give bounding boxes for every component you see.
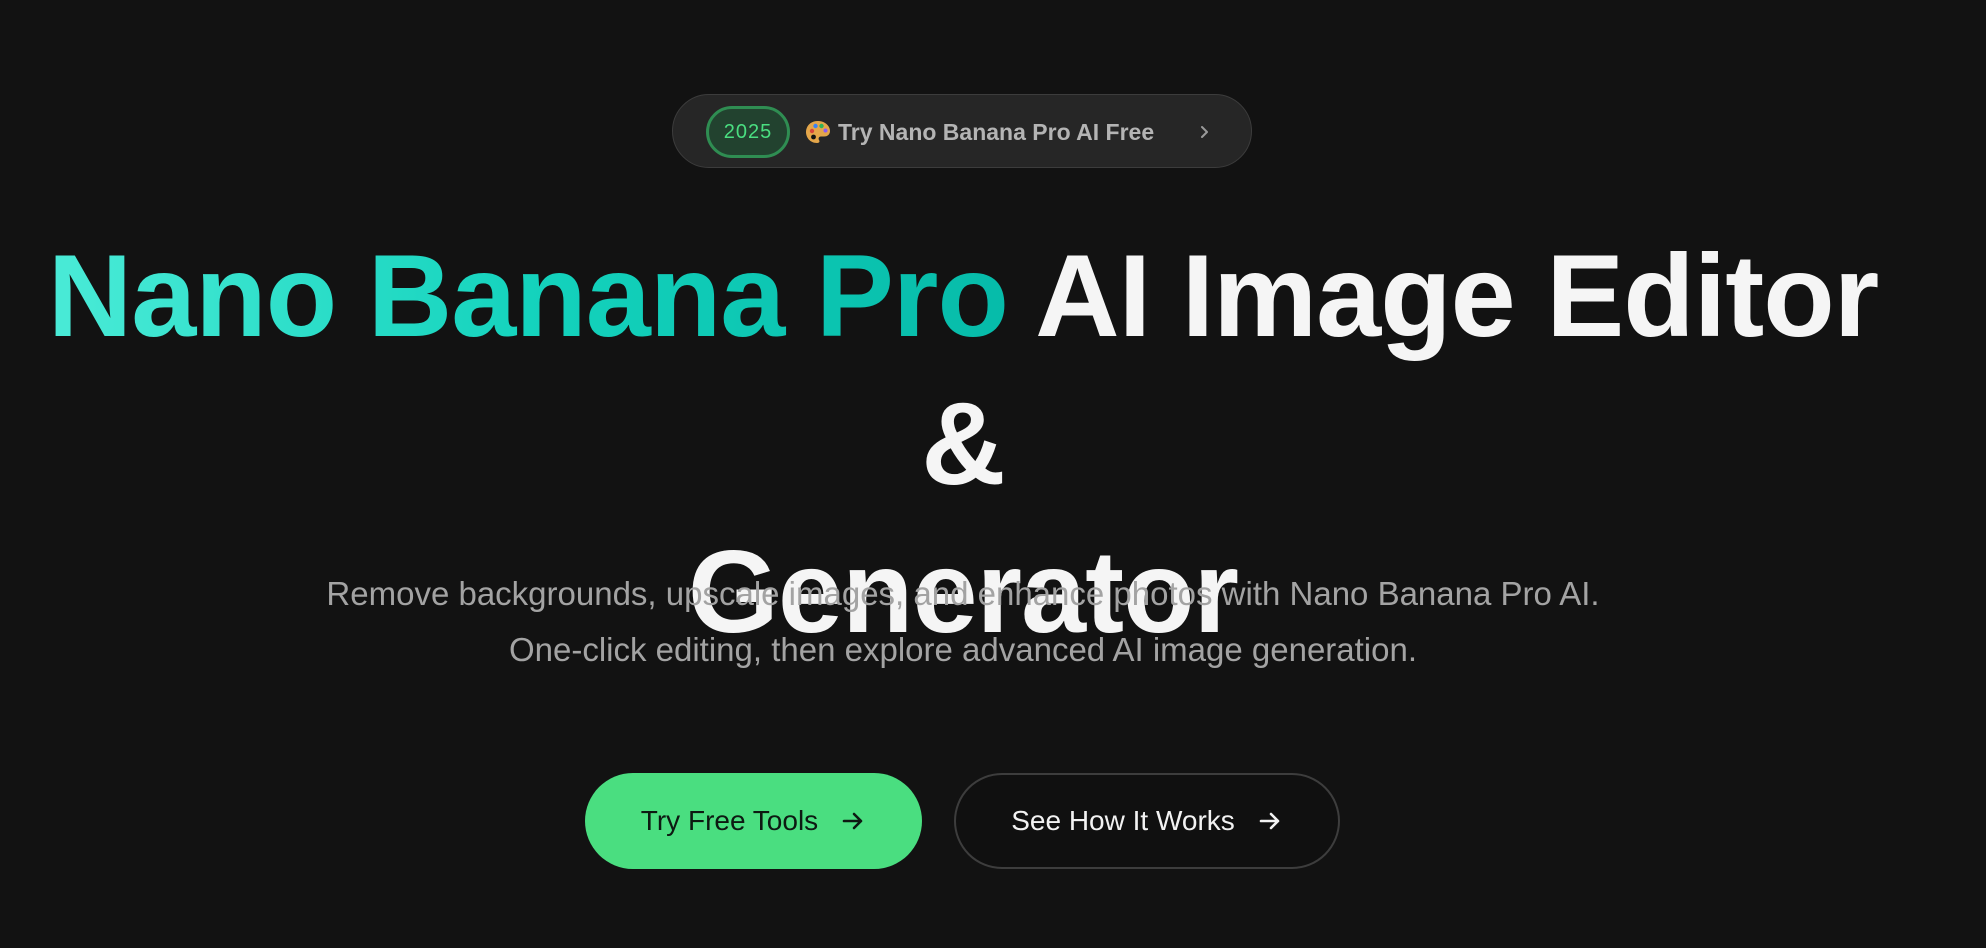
title-accent-text: Nano Banana Pro <box>47 230 1009 361</box>
arrow-right-icon <box>842 812 863 830</box>
year-badge: 2025 <box>706 106 790 158</box>
try-free-tools-label: Try Free Tools <box>640 805 819 836</box>
announcement-pill[interactable]: 2025 Try Nano Banana Pro AI Free <box>672 94 1252 168</box>
hero-section: 2025 Try Nano Banana Pro AI Free Nano Ba… <box>0 0 1986 948</box>
arrow-right-icon <box>1259 812 1280 830</box>
hero-subtitle: Remove backgrounds, upscale images, and … <box>326 575 1600 668</box>
see-how-it-works-button[interactable]: See How It Works <box>954 773 1340 869</box>
palette-icon <box>806 121 830 143</box>
announcement-text: Try Nano Banana Pro AI Free <box>838 119 1155 145</box>
try-free-tools-button[interactable]: Try Free Tools <box>585 773 922 869</box>
title-line1-rest: AI Image Editor & <box>921 230 1879 509</box>
chevron-right-icon <box>1201 126 1208 138</box>
see-how-it-works-label: See How It Works <box>1011 805 1235 836</box>
